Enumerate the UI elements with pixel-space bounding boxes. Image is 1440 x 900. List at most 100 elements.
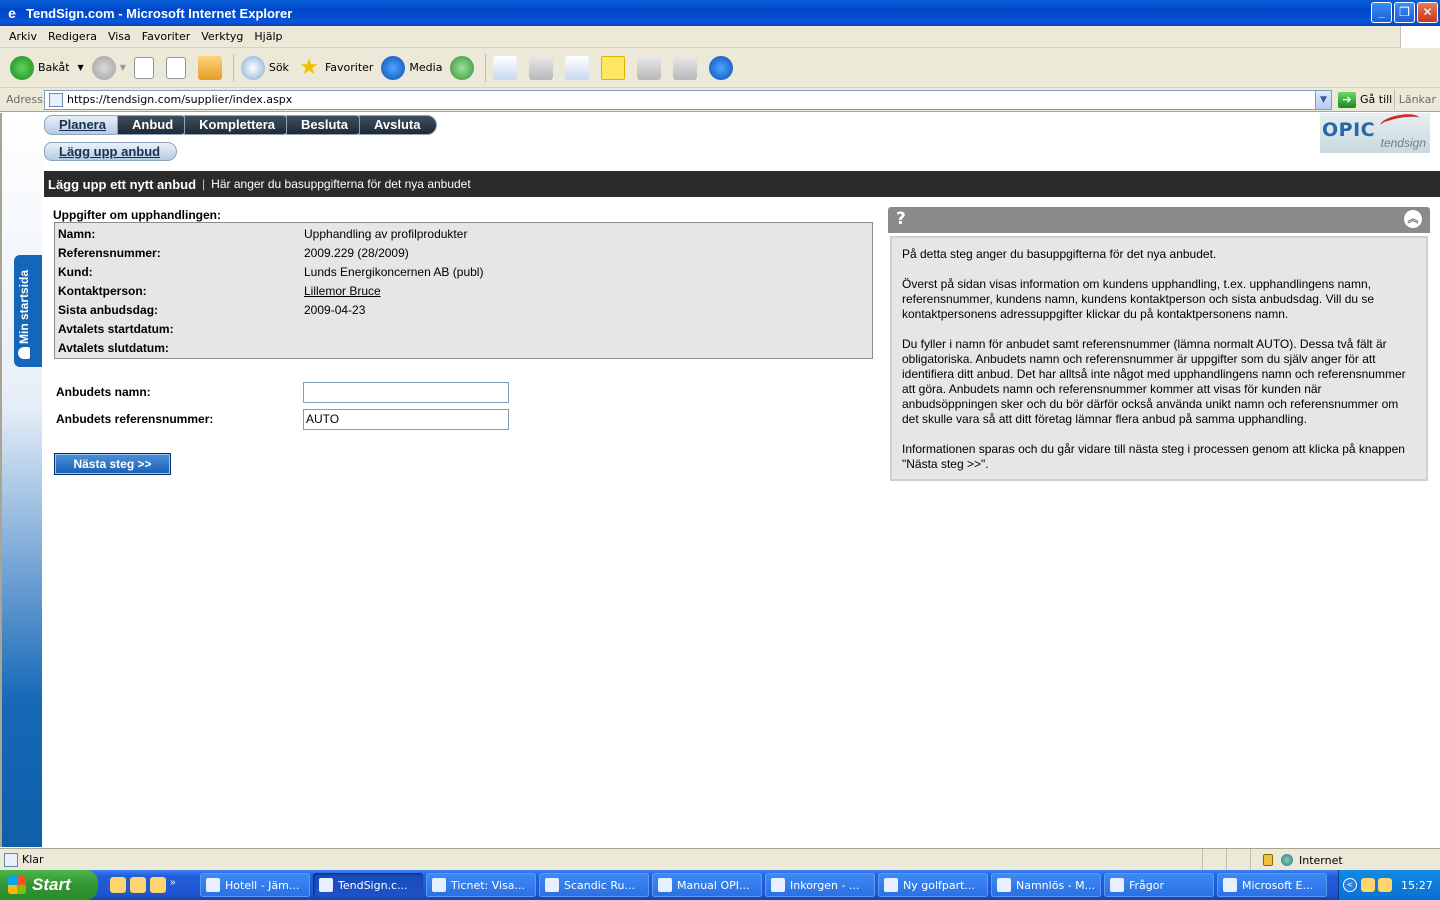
next-step-button[interactable]: Nästa steg >> [54, 453, 171, 475]
search-button[interactable]: Sök [237, 52, 293, 84]
refresh-icon [165, 56, 186, 79]
close-button[interactable]: ✕ [1417, 2, 1438, 23]
zone-label: Internet [1299, 853, 1343, 867]
mail-button[interactable] [489, 52, 525, 84]
taskbar-item[interactable]: Frågor [1104, 873, 1214, 897]
contact-person-link[interactable]: Lillemor Bruce [304, 284, 381, 298]
taskbar-item[interactable]: Ticnet: Visa... [426, 873, 536, 897]
forward-button[interactable]: ▼ [88, 52, 130, 84]
tray-icon[interactable] [1361, 878, 1375, 892]
taskbar-item[interactable]: Microsoft E... [1217, 873, 1327, 897]
favorites-button[interactable]: ★ Favoriter [293, 52, 377, 84]
folder-icon [1110, 878, 1124, 892]
step-planera[interactable]: Planera [44, 115, 123, 135]
taskbar-item[interactable]: Namnlös - M... [991, 873, 1101, 897]
info-label: Namn: [58, 226, 96, 241]
menu-redigera[interactable]: Redigera [43, 30, 103, 43]
menu-hjalp[interactable]: Hjälp [249, 30, 288, 43]
quick-launch-icon[interactable] [130, 877, 146, 893]
tray-icon[interactable] [1378, 878, 1392, 892]
help-header: ? ︽ [888, 207, 1430, 233]
research-button[interactable] [633, 52, 669, 84]
history-button[interactable] [446, 52, 482, 84]
address-input[interactable]: https://tendsign.com/supplier/index.aspx… [44, 89, 1332, 110]
messenger-button[interactable] [705, 52, 741, 84]
step-komplettera[interactable]: Komplettera [184, 115, 292, 135]
taskbar-item[interactable]: Hotell - Jäm... [200, 873, 310, 897]
collapse-icon[interactable]: ︽ [1404, 210, 1422, 228]
maximize-button[interactable]: ❐ [1394, 2, 1415, 23]
menu-arkiv[interactable]: Arkiv [4, 30, 43, 43]
help-paragraph: Överst på sidan visas information om kun… [902, 277, 1375, 321]
history-icon [450, 55, 475, 80]
taskbar-item[interactable]: Scandic Ru... [539, 873, 649, 897]
info-row-start-date: Avtalets startdatum: [58, 319, 304, 338]
taskbar-item[interactable]: Inkorgen - ... [765, 873, 875, 897]
info-value: Lillemor Bruce [304, 284, 381, 298]
home-icon [197, 55, 222, 80]
system-tray: < 15:27 [1338, 870, 1440, 900]
info-row-deadline: Sista anbudsdag: 2009-04-23 [58, 300, 365, 319]
my-startpage-tab[interactable]: Min startsida [14, 255, 42, 367]
info-label: Sista anbudsdag: [58, 302, 159, 317]
side-strip: Min startsida [2, 113, 42, 847]
note-icon [601, 55, 626, 80]
substep-lagg-upp-anbud[interactable]: Lägg upp anbud [44, 142, 178, 161]
step-besluta[interactable]: Besluta [286, 115, 365, 135]
bid-reference-input[interactable] [303, 408, 509, 430]
back-button[interactable]: Bakåt ▼ [6, 52, 88, 84]
taskbar-item[interactable]: Ny golfpart... [878, 873, 988, 897]
quick-launch-icon[interactable] [110, 877, 126, 893]
taskbar-item[interactable]: Manual OPI... [652, 873, 762, 897]
printer-icon [529, 55, 554, 80]
window-icon [997, 878, 1011, 892]
taskbar-item-label: Scandic Ru... [564, 878, 635, 892]
stop-button[interactable] [130, 52, 162, 84]
edit-button[interactable] [561, 52, 597, 84]
address-dropdown-icon[interactable]: ▼ [1315, 90, 1331, 109]
title-bar: e TendSign.com - Microsoft Internet Expl… [0, 0, 1440, 26]
research-icon [637, 55, 662, 80]
step-anbud[interactable]: Anbud [116, 115, 191, 135]
home-button[interactable] [194, 52, 230, 84]
back-dropdown-icon[interactable]: ▼ [78, 63, 84, 72]
logo-main: OPIC [1322, 119, 1376, 141]
quick-launch-icon[interactable] [150, 877, 166, 893]
page-viewport: Min startsida Planera Anbud Komplettera … [0, 111, 1440, 847]
tray-expand-icon[interactable]: < [1343, 878, 1357, 892]
refresh-button[interactable] [162, 52, 194, 84]
menu-verktyg[interactable]: Verktyg [196, 30, 249, 43]
person-icon [18, 347, 30, 359]
print-button[interactable] [525, 52, 561, 84]
window-icon [771, 878, 785, 892]
quick-launch-more-icon[interactable]: » [170, 877, 180, 893]
menu-visa[interactable]: Visa [103, 30, 137, 43]
status-text: Klar [22, 853, 44, 866]
bid-name-input[interactable] [303, 381, 509, 403]
forward-dropdown-icon[interactable]: ▼ [120, 63, 126, 72]
help-paragraph: Du fyller i namn för anbudet samt refere… [902, 337, 1406, 426]
ie-icon: e [8, 5, 16, 21]
step-avsluta[interactable]: Avsluta [358, 115, 438, 135]
minimize-button[interactable]: _ [1371, 2, 1392, 23]
start-button[interactable]: Start [0, 870, 98, 900]
info-value: Lunds Energikoncernen AB (publ) [304, 264, 484, 279]
window-icon [319, 878, 333, 892]
page-header: Lägg upp ett nytt anbud | Här anger du b… [44, 171, 1440, 197]
tools-button[interactable] [669, 52, 705, 84]
clock: 15:27 [1401, 878, 1433, 892]
taskbar-item-active[interactable]: TendSign.c... [313, 873, 423, 897]
lock-icon [1263, 854, 1273, 866]
go-button[interactable]: ➔ Gå till [1338, 91, 1392, 108]
menu-favoriter[interactable]: Favoriter [137, 30, 196, 43]
status-page-icon [4, 852, 18, 867]
go-arrow-icon: ➔ [1338, 91, 1356, 108]
window-icon [545, 878, 559, 892]
media-button[interactable]: Media [377, 52, 446, 84]
taskbar-item-label: Ticnet: Visa... [451, 878, 526, 892]
toolbar: Bakåt ▼ ▼ Sök ★ Favoriter Media [0, 48, 1440, 88]
links-button[interactable]: Länkar [1393, 90, 1440, 110]
notes-button[interactable] [597, 52, 633, 84]
media-icon [381, 55, 406, 80]
window-icon [658, 878, 672, 892]
